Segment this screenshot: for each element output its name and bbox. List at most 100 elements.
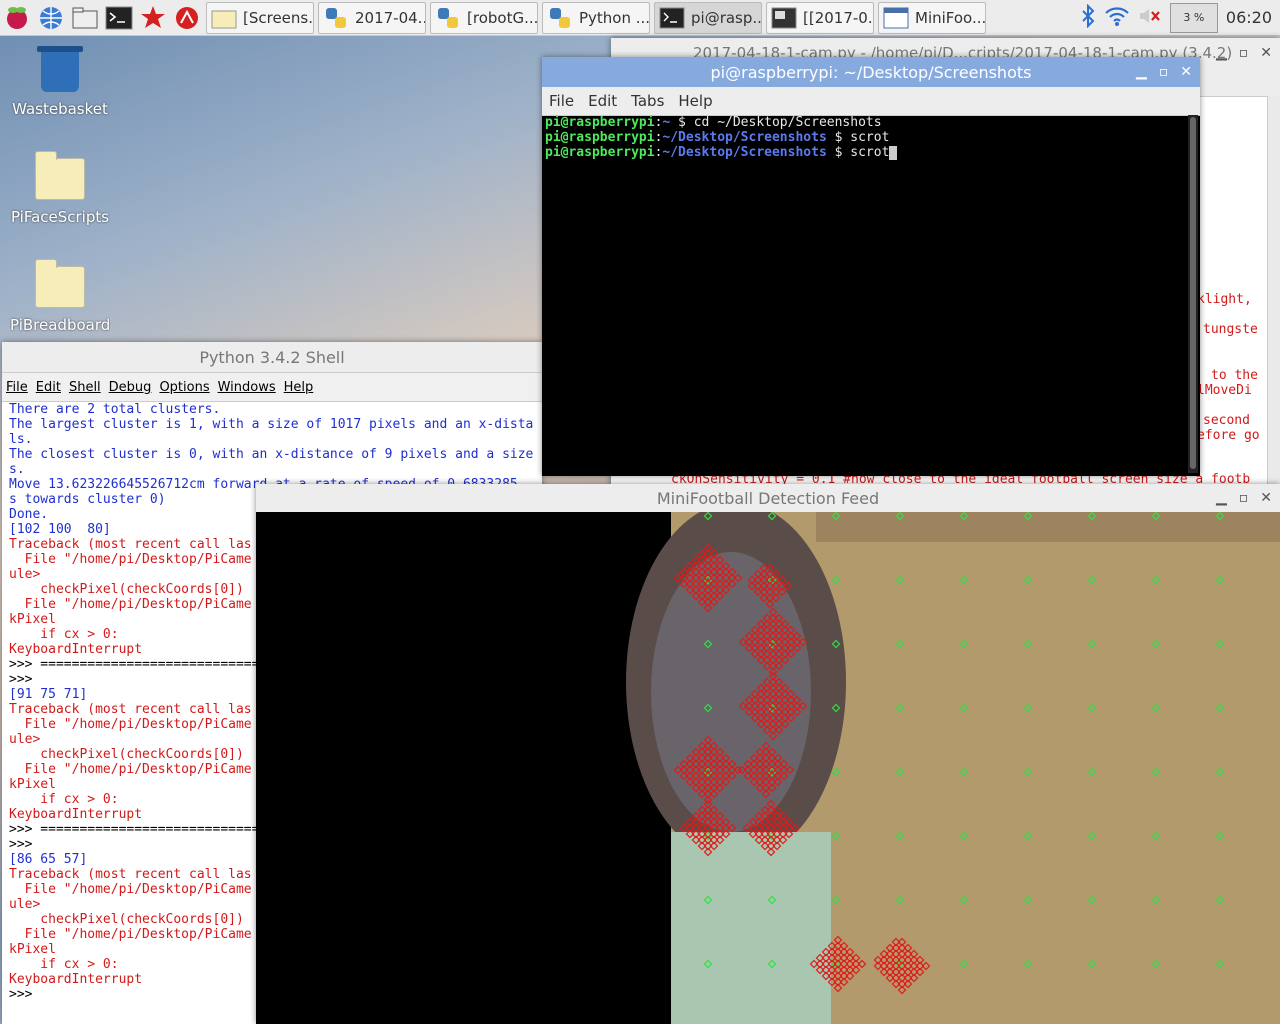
task-button-terminal[interactable]: pi@rasp... bbox=[654, 1, 762, 34]
terminal-output[interactable]: pi@raspberrypi:~ $ cd ~/Desktop/Screensh… bbox=[545, 115, 1185, 160]
shell-line: s. bbox=[9, 462, 25, 477]
editor-code-fragment-4: lMoveDi bbox=[1197, 383, 1252, 398]
task-button-image-viewer[interactable]: [[2017-0... bbox=[766, 1, 874, 34]
menu-file[interactable]: File bbox=[6, 380, 28, 395]
terminal-cursor bbox=[889, 145, 898, 160]
file-manager-icon[interactable] bbox=[70, 3, 100, 33]
shell-line: ls. bbox=[9, 432, 33, 447]
window-controls: ▁ ▫ ✕ bbox=[1216, 484, 1272, 512]
task-button-python-shell[interactable]: Python ... bbox=[542, 1, 650, 34]
menu-tabs[interactable]: Tabs bbox=[631, 92, 664, 110]
wastebasket-icon bbox=[37, 46, 83, 92]
task-label: MiniFoo... bbox=[915, 8, 986, 27]
desktop-icon-label: Wastebasket bbox=[12, 100, 108, 118]
prompt-path: ~/Desktop/Screenshots bbox=[662, 145, 827, 160]
minimize-button[interactable]: ▁ bbox=[1216, 490, 1227, 506]
task-label: [Screens... bbox=[243, 8, 314, 27]
clock: 06:20 bbox=[1225, 8, 1272, 27]
terminal-menubar: File Edit Tabs Help bbox=[542, 87, 1200, 116]
prompt-symbol: $ bbox=[826, 145, 851, 160]
minimize-button[interactable]: ▁ bbox=[1136, 64, 1147, 80]
feed-black-region bbox=[256, 512, 671, 1024]
prompt-user: pi@raspberrypi bbox=[545, 145, 655, 160]
close-button[interactable]: ✕ bbox=[1260, 490, 1272, 506]
system-tray: 3 % 06:20 bbox=[1080, 2, 1280, 33]
terminal-line: pi@raspberrypi:~/Desktop/Screenshots $ s… bbox=[545, 145, 1185, 160]
menu-debug[interactable]: Debug bbox=[109, 380, 152, 395]
prompt-user: pi@raspberrypi bbox=[545, 130, 655, 145]
menu-edit[interactable]: Edit bbox=[588, 92, 617, 110]
folder-icon bbox=[35, 151, 85, 200]
menu-file[interactable]: File bbox=[549, 92, 574, 110]
desktop-icon-pibreadboard[interactable]: PiBreadboard bbox=[10, 259, 110, 334]
terminal-launcher-icon[interactable] bbox=[104, 3, 134, 33]
menu-help[interactable]: Help bbox=[678, 92, 712, 110]
menu-shell[interactable]: Shell bbox=[69, 380, 101, 395]
folder-icon bbox=[35, 259, 85, 308]
editor-code-fragment-1: klight, bbox=[1197, 292, 1252, 307]
terminal-line: pi@raspberrypi:~/Desktop/Screenshots $ s… bbox=[545, 130, 1185, 145]
wolfram-icon[interactable] bbox=[172, 3, 202, 33]
task-button-robotg[interactable]: [robotG... bbox=[430, 1, 538, 34]
scrollbar-thumb[interactable] bbox=[1190, 117, 1196, 469]
volume-muted-icon[interactable] bbox=[1138, 5, 1162, 31]
task-label: pi@rasp... bbox=[691, 8, 762, 27]
feed-light-region bbox=[671, 832, 831, 1024]
raspberry-menu-icon[interactable] bbox=[2, 3, 32, 33]
terminal-icon bbox=[659, 6, 685, 30]
menu-options[interactable]: Options bbox=[159, 380, 209, 395]
desktop-icon-label: PiBreadboard bbox=[10, 316, 110, 334]
task-label: 2017-04... bbox=[355, 8, 426, 27]
window-controls: ▁ ▫ ✕ bbox=[1216, 38, 1272, 68]
shell-line: The closest cluster is 0, with an x-dist… bbox=[9, 447, 534, 462]
maximize-button[interactable]: ▫ bbox=[1159, 64, 1169, 80]
menu-edit[interactable]: Edit bbox=[36, 380, 61, 395]
task-label: [robotG... bbox=[467, 8, 538, 27]
minifootball-feed-window[interactable]: MiniFootball Detection Feed ▁ ▫ ✕ bbox=[256, 484, 1280, 1024]
window-controls: ▁ ▫ ✕ bbox=[1136, 57, 1192, 87]
terminal-window[interactable]: pi@raspberrypi: ~/Desktop/Screenshots ▁ … bbox=[542, 57, 1200, 476]
cpu-usage-monitor: 3 % bbox=[1169, 2, 1218, 33]
shell-line: The largest cluster is 1, with a size of… bbox=[9, 417, 534, 432]
bluetooth-icon[interactable] bbox=[1080, 3, 1096, 32]
feed-shadow-top bbox=[816, 512, 1280, 542]
maximize-button[interactable]: ▫ bbox=[1239, 45, 1249, 61]
taskbar: [Screens... 2017-04... [robotG... Python… bbox=[0, 0, 1280, 36]
terminal-command: scrot bbox=[850, 130, 890, 145]
task-label: [[2017-0... bbox=[803, 8, 873, 27]
terminal-command: cd ~/Desktop/Screenshots bbox=[693, 115, 882, 130]
window-icon bbox=[883, 6, 909, 30]
task-button-minifootball[interactable]: MiniFoo... bbox=[878, 1, 986, 34]
editor-code-fragment-3: to the bbox=[1211, 368, 1258, 383]
image-icon bbox=[771, 6, 797, 30]
editor-code-fragment-5: second bbox=[1203, 413, 1250, 428]
window-title: MiniFootball Detection Feed bbox=[656, 488, 880, 508]
prompt-user: pi@raspberrypi bbox=[545, 115, 655, 130]
python-icon bbox=[323, 6, 349, 30]
prompt-symbol: $ bbox=[670, 115, 694, 130]
editor-scrollbar[interactable] bbox=[1267, 96, 1280, 488]
folder-icon bbox=[211, 6, 237, 30]
terminal-titlebar[interactable]: pi@raspberrypi: ~/Desktop/Screenshots ▁ … bbox=[542, 57, 1200, 87]
desktop-icon-pifacescripts[interactable]: PiFaceScripts bbox=[10, 151, 110, 226]
minimize-button[interactable]: ▁ bbox=[1216, 45, 1227, 61]
wifi-icon[interactable] bbox=[1104, 5, 1130, 31]
mathematica-icon[interactable] bbox=[138, 3, 168, 33]
maximize-button[interactable]: ▫ bbox=[1239, 490, 1249, 506]
minifootball-feed-titlebar[interactable]: MiniFootball Detection Feed ▁ ▫ ✕ bbox=[256, 484, 1280, 513]
terminal-scrollbar[interactable] bbox=[1188, 115, 1198, 473]
close-button[interactable]: ✕ bbox=[1260, 45, 1272, 61]
editor-code-fragment-6: efore go bbox=[1197, 428, 1260, 443]
menu-help[interactable]: Help bbox=[284, 380, 314, 395]
close-button[interactable]: ✕ bbox=[1180, 64, 1192, 80]
task-button-cam-py[interactable]: 2017-04... bbox=[318, 1, 426, 34]
menu-windows[interactable]: Windows bbox=[218, 380, 276, 395]
desktop-icon-wastebasket[interactable]: Wastebasket bbox=[10, 46, 110, 118]
desktop-icon-label: PiFaceScripts bbox=[10, 208, 110, 226]
python-icon bbox=[547, 6, 573, 30]
python-shell-titlebar[interactable]: Python 3.4.2 Shell bbox=[2, 342, 542, 373]
prompt-symbol: $ bbox=[826, 130, 851, 145]
python-icon bbox=[435, 6, 461, 30]
web-browser-icon[interactable] bbox=[36, 3, 66, 33]
task-button-screenshots-folder[interactable]: [Screens... bbox=[206, 1, 314, 34]
